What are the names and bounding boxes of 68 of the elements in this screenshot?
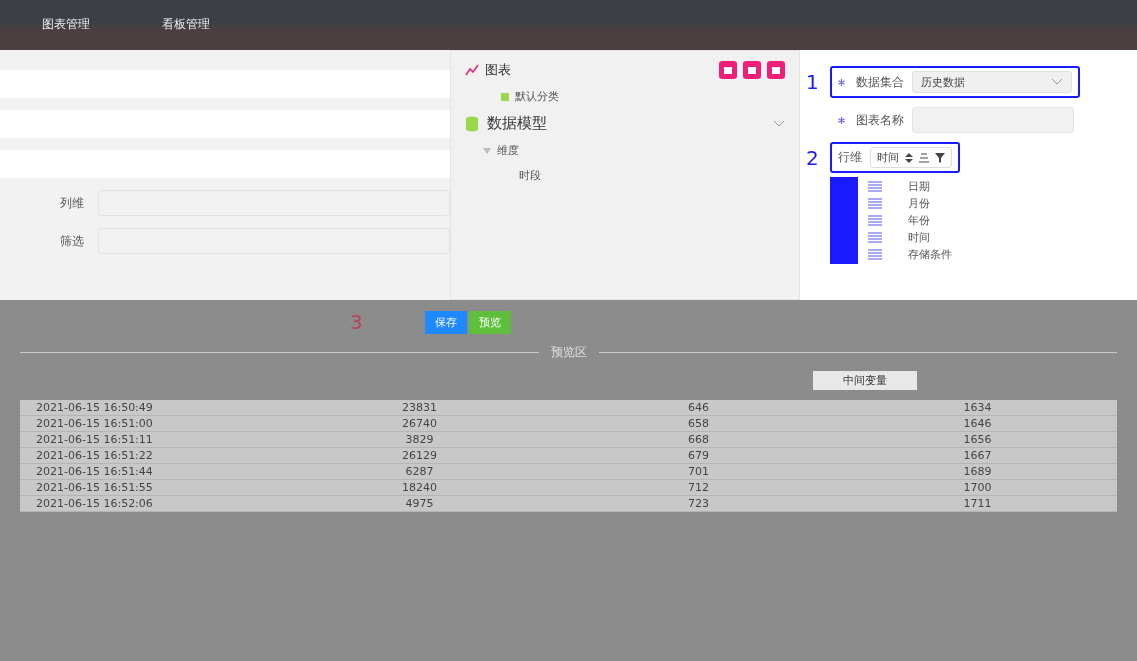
table-cell-text: 4975 <box>404 496 435 511</box>
field-label: 数据集合 <box>856 73 904 91</box>
sort-icon <box>905 152 913 163</box>
field-label: 筛选 <box>60 232 84 250</box>
field-label: 图表名称 <box>856 111 904 129</box>
edit-button[interactable] <box>719 61 737 79</box>
align-icon <box>919 152 929 163</box>
tree-item[interactable]: 维度 <box>497 143 519 158</box>
table-cell-text: 723 <box>687 496 710 511</box>
table-cell-text: 6287 <box>404 464 435 479</box>
table-cell-text: 1700 <box>962 480 993 495</box>
tree-item[interactable]: 时段 <box>519 168 541 183</box>
table-cell-text: 2021-06-15 16:51:11 <box>35 432 154 447</box>
section-title: 预览区 <box>550 344 587 361</box>
table-cell-text: 2021-06-15 16:51:22 <box>35 448 154 463</box>
table-cell-text: 26129 <box>401 448 438 463</box>
table-cell-text: 1634 <box>962 400 993 415</box>
panel-title: 图表 <box>485 61 512 79</box>
dataset-select[interactable]: 历史数据 <box>912 71 1072 93</box>
list-icon <box>868 231 882 244</box>
list-icon <box>868 197 882 210</box>
chevron-down-icon <box>1051 78 1063 86</box>
table-cell-text: 2021-06-15 16:51:55 <box>35 480 154 495</box>
table-cell-text: 1711 <box>962 496 993 511</box>
table-cell-text: 2021-06-15 16:50:49 <box>35 400 154 415</box>
nav-tab[interactable]: 看板管理 <box>156 0 216 37</box>
table-cell-text: 1656 <box>962 432 993 447</box>
table-cell-text: 658 <box>687 416 710 431</box>
list-icon <box>868 248 882 261</box>
field-item[interactable]: 时间 <box>908 230 930 245</box>
field-item[interactable]: 存储条件 <box>908 247 952 262</box>
field-label: 行维 <box>838 149 862 166</box>
variable-label: 中间变量 <box>813 371 917 390</box>
table-cell-text: 701 <box>687 464 710 479</box>
model-header[interactable]: 数据模型 <box>465 114 785 133</box>
database-icon <box>465 115 479 132</box>
table-cell-text: 18240 <box>401 480 438 495</box>
table-cell-text: 679 <box>687 448 710 463</box>
table-cell-text: 26740 <box>401 416 438 431</box>
list-icon <box>868 214 882 227</box>
table-cell-text: 668 <box>687 432 710 447</box>
table-cell-text: 1667 <box>962 448 993 463</box>
step-number: 2 <box>806 145 820 170</box>
step-number: 1 <box>806 70 820 94</box>
table-cell-text: 646 <box>687 400 710 415</box>
table-cell-text: 2021-06-15 16:51:00 <box>35 416 154 431</box>
table-cell-text: 712 <box>687 480 710 495</box>
tree-item[interactable]: 默认分类 <box>515 89 559 104</box>
chart-icon <box>465 64 479 76</box>
step-number: 3 <box>350 310 363 334</box>
list-icon <box>868 180 882 193</box>
nav-tab[interactable]: 图表管理 <box>36 0 96 37</box>
table-cell-text: 1646 <box>962 416 993 431</box>
table-cell-text: 2021-06-15 16:51:44 <box>35 464 154 479</box>
table-cell-text: 1689 <box>962 464 993 479</box>
field-item[interactable]: 日期 <box>908 179 930 194</box>
field-item[interactable]: 年份 <box>908 213 930 228</box>
filter-icon <box>935 152 945 163</box>
table-cell-text: 3829 <box>404 432 435 447</box>
field-label: 列维 <box>60 194 84 212</box>
dimension-chip[interactable]: 时间 <box>870 147 952 168</box>
input-field[interactable] <box>912 107 1074 133</box>
folder-button[interactable] <box>743 61 761 79</box>
trash-button[interactable] <box>767 61 785 79</box>
field-item[interactable]: 月份 <box>908 196 930 211</box>
table-cell-text: 2021-06-15 16:52:06 <box>35 496 154 511</box>
table-cell-text: 23831 <box>401 400 438 415</box>
list-icon <box>501 92 509 101</box>
